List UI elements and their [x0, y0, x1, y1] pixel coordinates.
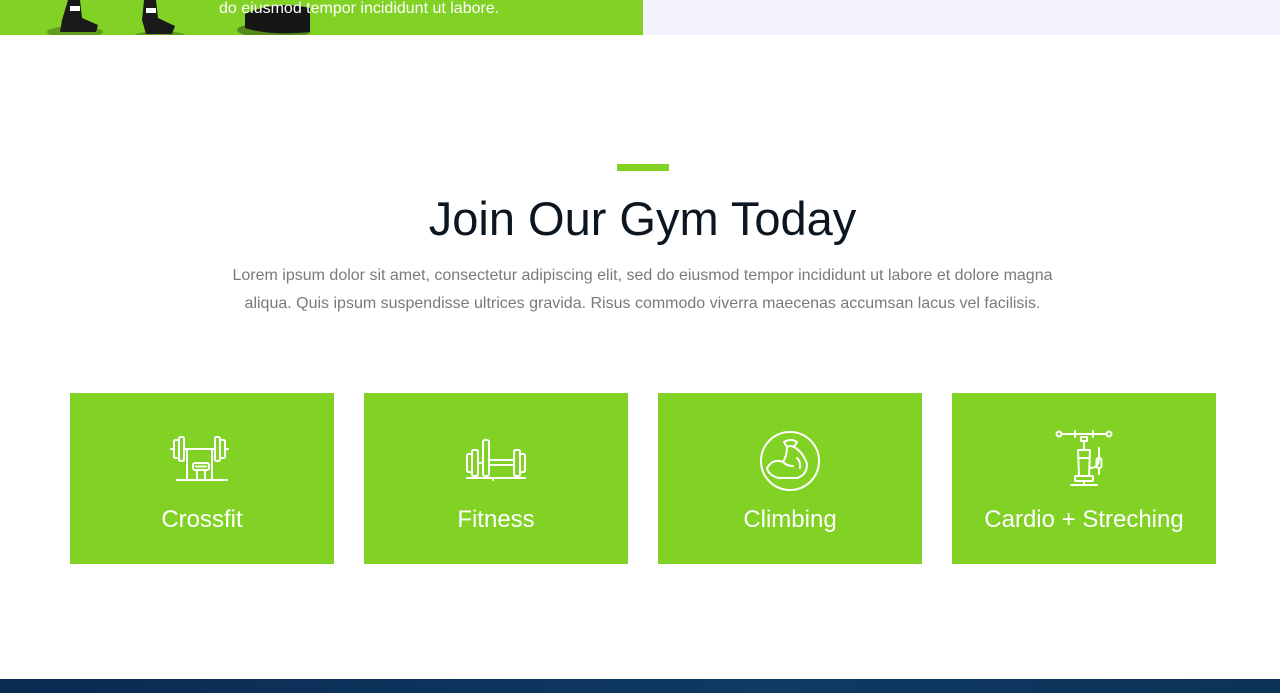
card-climbing[interactable]: Climbing — [658, 393, 922, 564]
flexed-bicep-icon — [760, 431, 820, 491]
footer-bar — [0, 679, 1280, 693]
card-label: Cardio + Streching — [984, 506, 1184, 533]
card-label: Crossfit — [161, 506, 243, 533]
card-label: Fitness — [457, 506, 535, 533]
section-accent-bar — [617, 164, 669, 171]
card-fitness[interactable]: Fitness — [364, 393, 628, 564]
section-description: Lorem ipsum dolor sit amet, consectetur … — [232, 267, 1053, 312]
section-title: Join Our Gym Today — [428, 192, 857, 245]
top-banner-text: do eiusmod tempor incididunt ut labore. — [219, 0, 500, 17]
top-banner-pale-panel — [643, 0, 1280, 35]
top-banner-green-panel: do eiusmod tempor incididunt ut labore. — [0, 0, 643, 35]
barbell-bench-icon — [170, 436, 229, 481]
card-label: Climbing — [743, 506, 837, 533]
pump-icon — [1055, 430, 1113, 486]
weight-bench-icon — [466, 439, 526, 481]
top-banner-strip: do eiusmod tempor incididunt ut labore. — [0, 0, 1280, 35]
card-crossfit[interactable]: Crossfit — [70, 393, 334, 564]
card-cardio-streching[interactable]: Cardio + Streching — [952, 393, 1216, 564]
